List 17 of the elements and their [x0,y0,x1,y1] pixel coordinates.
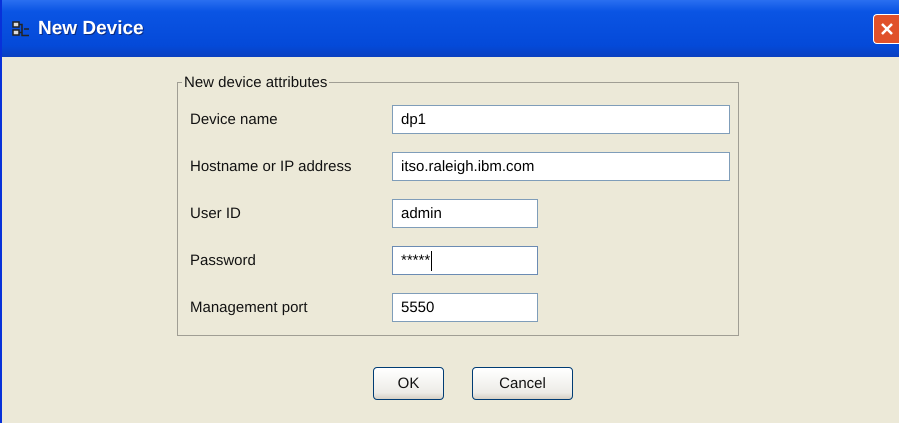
input-field[interactable]: ***** [392,246,538,275]
input-field[interactable]: itso.raleigh.ibm.com [392,152,730,181]
close-button[interactable] [873,14,899,44]
field-label: Password [190,252,257,269]
close-icon [880,22,894,36]
window-title: New Device [38,18,144,40]
ok-button[interactable]: OK [373,367,444,400]
field-label: Device name [190,111,279,128]
input-field[interactable]: admin [392,199,538,228]
group-title: New device attributes [183,74,328,91]
field-label: Hostname or IP address [190,158,352,175]
input-field[interactable]: 5550 [392,293,538,322]
input-field[interactable]: dp1 [392,105,730,134]
field-label: User ID [190,205,242,222]
cancel-button[interactable]: Cancel [472,367,573,400]
network-icon [12,20,30,38]
field-label: Management port [190,299,309,316]
